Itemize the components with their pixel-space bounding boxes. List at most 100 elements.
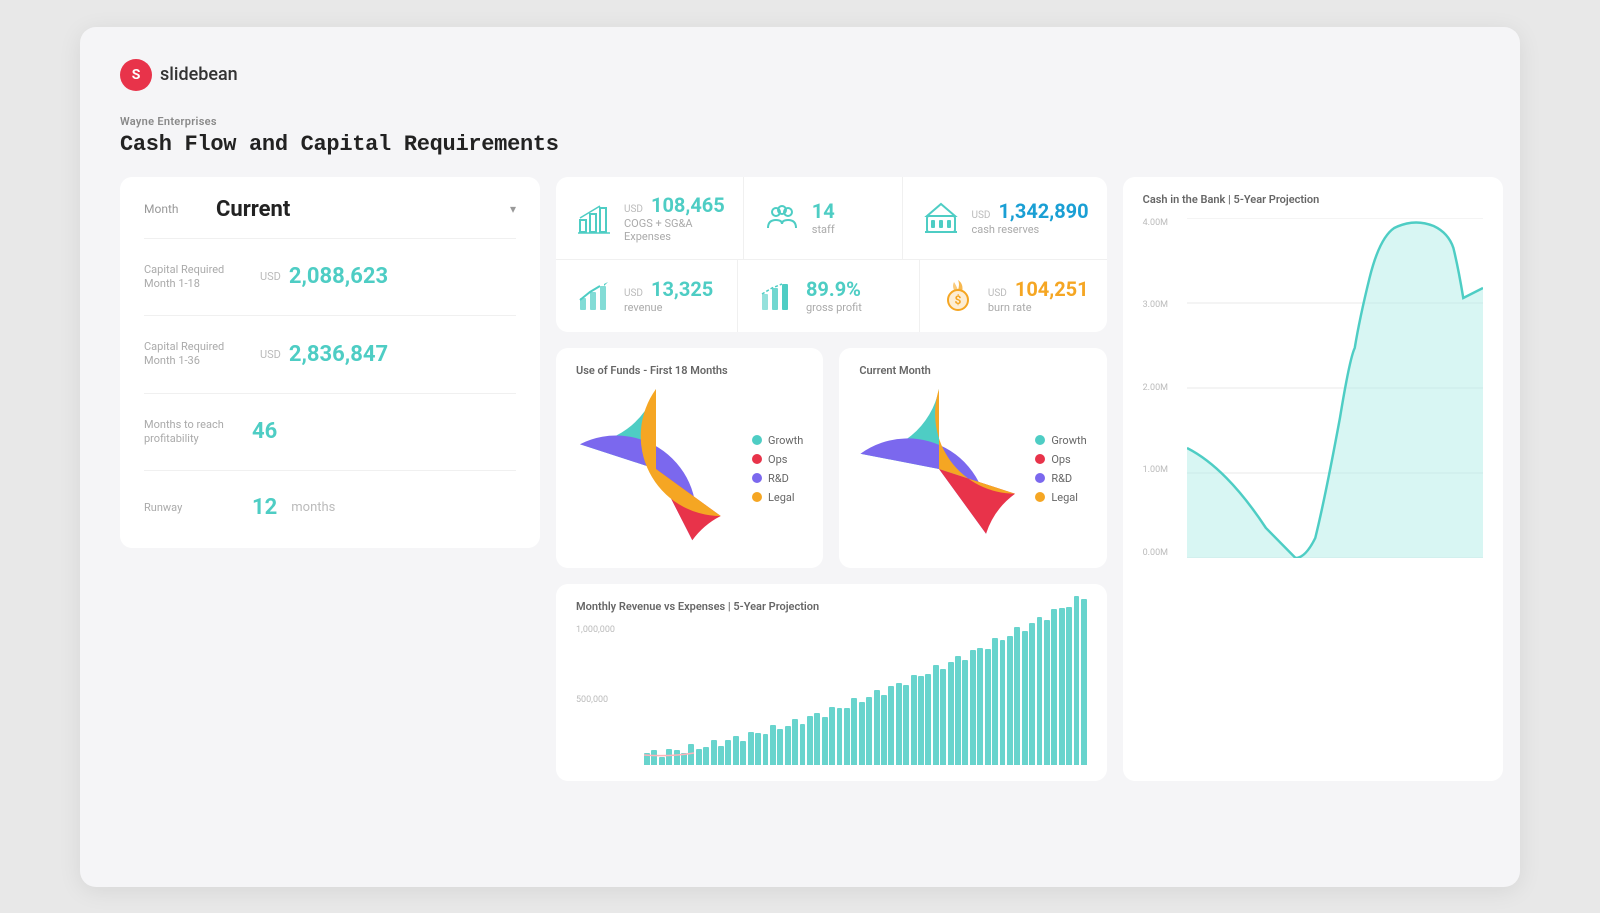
runway-value: 12 [252,495,277,520]
bar [1022,631,1028,765]
legend-ops: Ops [752,453,803,466]
profit-value: 89.9% [806,277,861,301]
rd2-dot [1035,473,1045,483]
bar [1074,596,1080,764]
pie1-legend: Growth Ops R&D [752,434,803,504]
bar [770,725,776,765]
bank-chart-area: 4.00M 3.00M 2.00M 1.00M 0.00M [1143,218,1483,558]
bar [1037,617,1043,764]
bar [725,740,731,765]
metrics-row-2: USD 13,325 revenue [556,260,1107,332]
capital-36-value: 2,836,847 [289,342,388,367]
bank-chart-card: Cash in the Bank | 5-Year Projection 4.0… [1123,177,1503,781]
y-label-2: 500,000 [576,695,641,705]
bar [1066,607,1072,764]
bar [822,717,828,765]
revenue-chart-card: Monthly Revenue vs Expenses | 5-Year Pro… [556,584,1107,781]
pie1-title: Use of Funds - First 18 Months [576,364,803,377]
bar [748,732,754,764]
metric-cogs: USD 108,465 COGS + SG&A Expenses [556,177,744,259]
bar [955,656,961,764]
profitability-label: Months to reachprofitability [144,418,244,447]
bar [1044,620,1050,764]
metric-profit: 89.9% gross profit [738,260,920,332]
legend-growth: Growth [752,434,803,447]
bar [681,753,687,764]
bank-y-2: 2.00M [1143,383,1183,393]
bar [970,650,976,765]
bar [659,757,665,765]
legend-legal: Legal [752,491,803,504]
bar [785,726,791,765]
burn-label: burn rate [988,301,1089,314]
bar [644,753,650,764]
bar [733,736,739,764]
header: S slidebean [120,59,1480,91]
bar [992,638,998,765]
bank-chart-title: Cash in the Bank | 5-Year Projection [1143,193,1483,206]
pie1-container: Growth Ops R&D [576,389,803,549]
pie-chart-current: Current Month [839,348,1106,568]
bar [651,750,657,765]
legend2-rd: R&D [1035,472,1086,485]
rd2-label: R&D [1051,472,1072,485]
bar [859,702,865,765]
revenue-icon [574,276,614,316]
profitability-value: 46 [252,419,277,444]
stat-label-36: Capital RequiredMonth 1-36 [144,340,244,369]
bar [918,676,924,764]
runway-unit: months [291,500,335,515]
bar [711,740,717,765]
pie2-svg [859,389,1019,549]
bar [851,698,857,765]
legal-label: Legal [768,491,795,504]
bar [911,675,917,765]
bar [925,674,931,764]
bar [814,713,820,764]
bar [888,686,894,765]
revenue-label: revenue [624,301,713,314]
bar [1007,636,1013,764]
stat-label: Capital RequiredMonth 1-18 [144,263,244,292]
cogs-label: COGS + SG&A Expenses [624,217,725,243]
growth-label: Growth [768,434,803,447]
logo-circle: S [120,59,152,91]
bar [703,747,709,764]
bar [896,683,902,764]
pie2-legend: Growth Ops R&D [1035,434,1086,504]
bar [948,662,954,764]
burn-value: 104,251 [1015,277,1089,301]
logo-letter: S [132,67,141,83]
month-label: Month [144,202,204,216]
bar [800,724,806,765]
bar [881,695,887,765]
bar [1014,627,1020,765]
stat-row-runway: Runway 12 months [144,487,516,528]
breadcrumb: Wayne Enterprises [120,115,1480,128]
bar [763,734,769,764]
profit-label: gross profit [806,301,862,314]
bar [933,665,939,765]
stat-row-profitability: Months to reachprofitability 46 [144,410,516,455]
growth2-label: Growth [1051,434,1086,447]
bars-container [644,625,1087,765]
bar [1029,623,1035,765]
bar [674,750,680,765]
bar [718,746,724,765]
month-dropdown[interactable]: ▾ [510,202,516,216]
bar [962,660,968,765]
bar [829,707,835,765]
legend2-legal: Legal [1035,491,1086,504]
bar [866,697,872,765]
bar [688,744,694,764]
burn-icon: $ [938,276,978,316]
center-panel: USD 108,465 COGS + SG&A Expenses [556,177,1107,781]
bar [874,690,880,764]
metrics-card: USD 108,465 COGS + SG&A Expenses [556,177,1107,332]
rd-label: R&D [768,472,789,485]
legend2-growth: Growth [1035,434,1086,447]
metric-burn: $ USD 104,251 burn rate [920,260,1107,332]
profit-icon [756,276,796,316]
month-value: Current [216,197,498,222]
bar [666,749,672,764]
